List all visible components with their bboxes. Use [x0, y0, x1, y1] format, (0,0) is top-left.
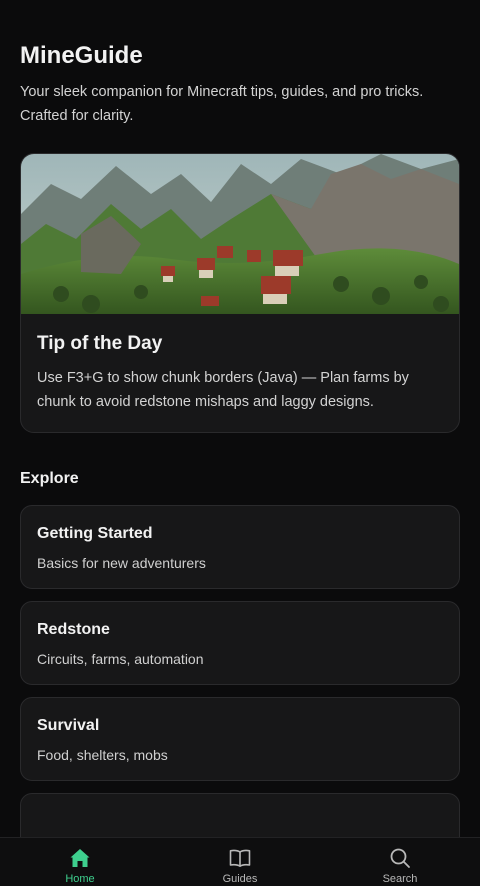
- hero-image: [21, 154, 459, 314]
- guide-title: Redstone: [37, 621, 110, 638]
- app-title: MineGuide: [20, 42, 143, 69]
- guide-card-getting-started[interactable]: Getting Started Basics for new adventure…: [20, 505, 460, 589]
- explore-list: Getting Started Basics for new adventure…: [20, 505, 460, 877]
- guide-description: Basics for new adventurers: [37, 555, 206, 571]
- guide-title: Getting Started: [37, 525, 153, 542]
- nav-item-guides[interactable]: Guides: [160, 838, 320, 886]
- tip-title: Tip of the Day: [37, 333, 163, 354]
- bottom-nav: Home Guides Search: [0, 837, 480, 886]
- search-icon: [390, 848, 410, 868]
- nav-item-home[interactable]: Home: [0, 838, 160, 886]
- guide-description: Food, shelters, mobs: [37, 747, 168, 763]
- guide-card-survival[interactable]: Survival Food, shelters, mobs: [20, 697, 460, 781]
- nav-label-guides: Guides: [222, 873, 258, 885]
- tip-of-the-day-card[interactable]: Tip of the Day Use F3+G to show chunk bo…: [20, 153, 460, 433]
- main-content: MineGuide Your sleek companion for Minec…: [0, 42, 480, 877]
- home-icon: [70, 849, 90, 867]
- guide-description: Circuits, farms, automation: [37, 651, 204, 667]
- book-icon: [229, 849, 251, 867]
- explore-section-title: Explore: [20, 470, 79, 487]
- nav-label-home: Home: [65, 873, 95, 885]
- nav-item-search[interactable]: Search: [320, 838, 480, 886]
- nav-label-search: Search: [382, 873, 418, 885]
- app-subtitle: Your sleek companion for Minecraft tips,…: [20, 84, 424, 124]
- guide-card-redstone[interactable]: Redstone Circuits, farms, automation: [20, 601, 460, 685]
- guide-title: Survival: [37, 717, 100, 734]
- tip-text: Use F3+G to show chunk borders (Java) — …: [37, 370, 409, 410]
